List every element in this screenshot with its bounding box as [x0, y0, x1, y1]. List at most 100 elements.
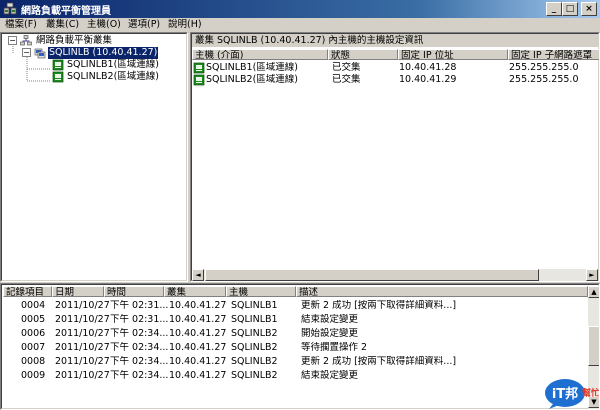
log-row[interactable]: 0008 2011/10/27 下午 02:34... 10.40.41.27 SQLI…: [3, 355, 588, 369]
log-header-cluster[interactable]: 叢集: [164, 286, 226, 297]
log-cell-entry: 0008: [21, 356, 46, 367]
tree-host-node[interactable]: SQLINLB1(區域連線): [1, 59, 187, 71]
log-cell-time: 下午 02:34...: [110, 342, 169, 353]
log-cell-time: 下午 02:34...: [110, 328, 169, 339]
log-cell-host: SQLINLB2: [231, 328, 278, 339]
detail-cell-mask: 255.255.255.0: [509, 74, 579, 85]
detail-cell-mask: 255.255.255.0: [509, 62, 579, 73]
log-cell-time: 下午 02:31...: [110, 300, 169, 311]
maximize-button[interactable]: □: [562, 2, 578, 16]
log-row[interactable]: 0004 2011/10/27 下午 02:31... 10.40.41.27 SQLI…: [3, 299, 588, 313]
menu-help[interactable]: 說明(H): [168, 18, 202, 32]
log-cell-host: SQLINLB2: [231, 342, 278, 353]
log-row[interactable]: 0006 2011/10/27 下午 02:34... 10.40.41.27 SQLI…: [3, 327, 588, 341]
scroll-thumb[interactable]: [588, 326, 599, 366]
column-header-ip[interactable]: 固定 IP 位址: [398, 49, 508, 60]
host-server-icon: [52, 59, 64, 71]
tree-cluster-node[interactable]: − SQLINLB (10.40.41.27): [1, 47, 187, 59]
menu-file[interactable]: 檔案(F): [5, 18, 37, 32]
log-cell-cluster: 10.40.41.27: [169, 314, 227, 325]
window-title: 網路負載平衡管理員: [21, 6, 111, 17]
collapse-icon[interactable]: −: [8, 36, 17, 45]
scroll-up-button[interactable]: ▲: [588, 286, 599, 298]
log-cell-date: 2011/10/27: [55, 314, 110, 325]
title-bar[interactable]: 網路負載平衡管理員 _ □ ×: [0, 0, 600, 18]
log-cell-cluster: 10.40.41.27: [169, 356, 227, 367]
log-header-date[interactable]: 日期: [52, 286, 104, 297]
tree-cluster-label: SQLINLB (10.40.41.27): [48, 47, 159, 59]
log-cell-description: 結束設定變更: [301, 314, 359, 325]
log-cell-description: 開始設定變更: [301, 328, 359, 339]
log-header-description[interactable]: 描述: [296, 286, 588, 297]
column-header-status[interactable]: 狀態: [328, 49, 398, 60]
log-cell-cluster: 10.40.41.27: [169, 342, 227, 353]
column-header-host[interactable]: 主機 (介面): [192, 49, 328, 60]
nlb-manager-icon: [3, 2, 17, 15]
log-cell-description: 更新 2 成功 [按兩下取得詳細資料...]: [301, 356, 457, 367]
log-pane[interactable]: 記錄項目 日期 時間 叢集 主機 描述 0004 2011/10/27 下午 02:…: [0, 283, 600, 410]
log-cell-description: 結束設定變更: [301, 370, 359, 381]
log-cell-time: 下午 02:31...: [110, 314, 169, 325]
host-server-icon: [52, 71, 64, 83]
menu-bar: 檔案(F) 叢集(C) 主機(O) 選項(P) 說明(H): [0, 18, 600, 32]
menu-host[interactable]: 主機(O): [87, 18, 121, 32]
log-cell-host: SQLINLB1: [231, 314, 278, 325]
column-header-mask[interactable]: 固定 IP 子網路遮罩: [508, 49, 599, 60]
log-header-host[interactable]: 主機: [226, 286, 296, 297]
tree-host-node[interactable]: SQLINLB2(區域連線): [1, 71, 187, 83]
log-row[interactable]: 0009 2011/10/27 下午 02:34... 10.40.41.27 SQLI…: [3, 369, 588, 383]
log-cell-time: 下午 02:34...: [110, 356, 169, 367]
log-cell-entry: 0006: [21, 328, 46, 339]
minimize-button[interactable]: _: [546, 2, 562, 16]
tree-host-label: SQLINLB1(區域連線): [67, 59, 159, 70]
logo-sub-text: 幫忙: [582, 387, 599, 399]
log-header-time[interactable]: 時間: [104, 286, 164, 297]
tree-host-label: SQLINLB2(區域連線): [67, 71, 159, 82]
tree-root[interactable]: − 網路負載平衡叢集: [1, 35, 187, 47]
ithome-logo-watermark: iT邦 幫忙: [545, 379, 599, 409]
log-cell-date: 2011/10/27: [55, 300, 110, 311]
log-cell-host: SQLINLB2: [231, 356, 278, 367]
log-cell-time: 下午 02:34...: [110, 370, 169, 381]
detail-cell-status: 已交集: [332, 74, 361, 85]
log-cell-date: 2011/10/27: [55, 370, 110, 381]
log-cell-host: SQLINLB2: [231, 370, 278, 381]
log-cell-entry: 0004: [21, 300, 46, 311]
detail-cell-ip: 10.40.41.28: [399, 62, 457, 73]
host-server-icon: [193, 74, 205, 86]
cluster-icon: [34, 48, 46, 59]
log-cell-description: 更新 2 成功 [按兩下取得詳細資料...]: [301, 300, 457, 311]
cluster-tree-pane[interactable]: − 網路負載平衡叢集 − SQLINLB (10.40.41.27) SQLIN…: [0, 32, 188, 282]
menu-cluster[interactable]: 叢集(C): [46, 18, 79, 32]
detail-cell-status: 已交集: [332, 62, 361, 73]
scroll-right-button[interactable]: ►: [586, 269, 598, 281]
log-cell-entry: 0009: [21, 370, 46, 381]
detail-row[interactable]: SQLINLB1(區域連線) 已交集 10.40.41.28 255.255.2…: [192, 62, 599, 74]
log-cell-host: SQLINLB1: [231, 300, 278, 311]
close-button[interactable]: ×: [581, 2, 597, 16]
log-cell-date: 2011/10/27: [55, 328, 110, 339]
log-cell-entry: 0007: [21, 342, 46, 353]
log-row[interactable]: 0007 2011/10/27 下午 02:34... 10.40.41.27 SQLI…: [3, 341, 588, 355]
detail-cell-ip: 10.40.41.29: [399, 74, 457, 85]
log-cell-date: 2011/10/27: [55, 356, 110, 367]
log-header-entry[interactable]: 記錄項目: [3, 286, 52, 297]
log-cell-cluster: 10.40.41.27: [169, 370, 227, 381]
host-server-icon: [193, 62, 205, 74]
detail-caption: 叢集 SQLINLB (10.40.41.27) 內主機的主機設定資訊: [192, 34, 598, 47]
collapse-icon[interactable]: −: [22, 48, 31, 57]
tree-root-label: 網路負載平衡叢集: [36, 35, 113, 46]
log-cell-date: 2011/10/27: [55, 342, 110, 353]
scroll-thumb[interactable]: [205, 269, 539, 281]
log-row[interactable]: 0005 2011/10/27 下午 02:31... 10.40.41.27 SQLI…: [3, 313, 588, 327]
log-cell-entry: 0005: [21, 314, 46, 325]
scroll-left-button[interactable]: ◄: [192, 269, 204, 281]
horizontal-scrollbar[interactable]: ◄ ►: [192, 269, 598, 281]
detail-cell-host: SQLINLB2(區域連線): [206, 74, 298, 85]
menu-options[interactable]: 選項(P): [128, 18, 160, 32]
host-detail-pane[interactable]: 叢集 SQLINLB (10.40.41.27) 內主機的主機設定資訊 主機 (…: [190, 32, 600, 282]
detail-cell-host: SQLINLB1(區域連線): [206, 62, 298, 73]
logo-main-text: iT邦: [552, 386, 578, 402]
detail-row[interactable]: SQLINLB2(區域連線) 已交集 10.40.41.29 255.255.2…: [192, 74, 599, 86]
network-cluster-icon: [20, 35, 32, 46]
